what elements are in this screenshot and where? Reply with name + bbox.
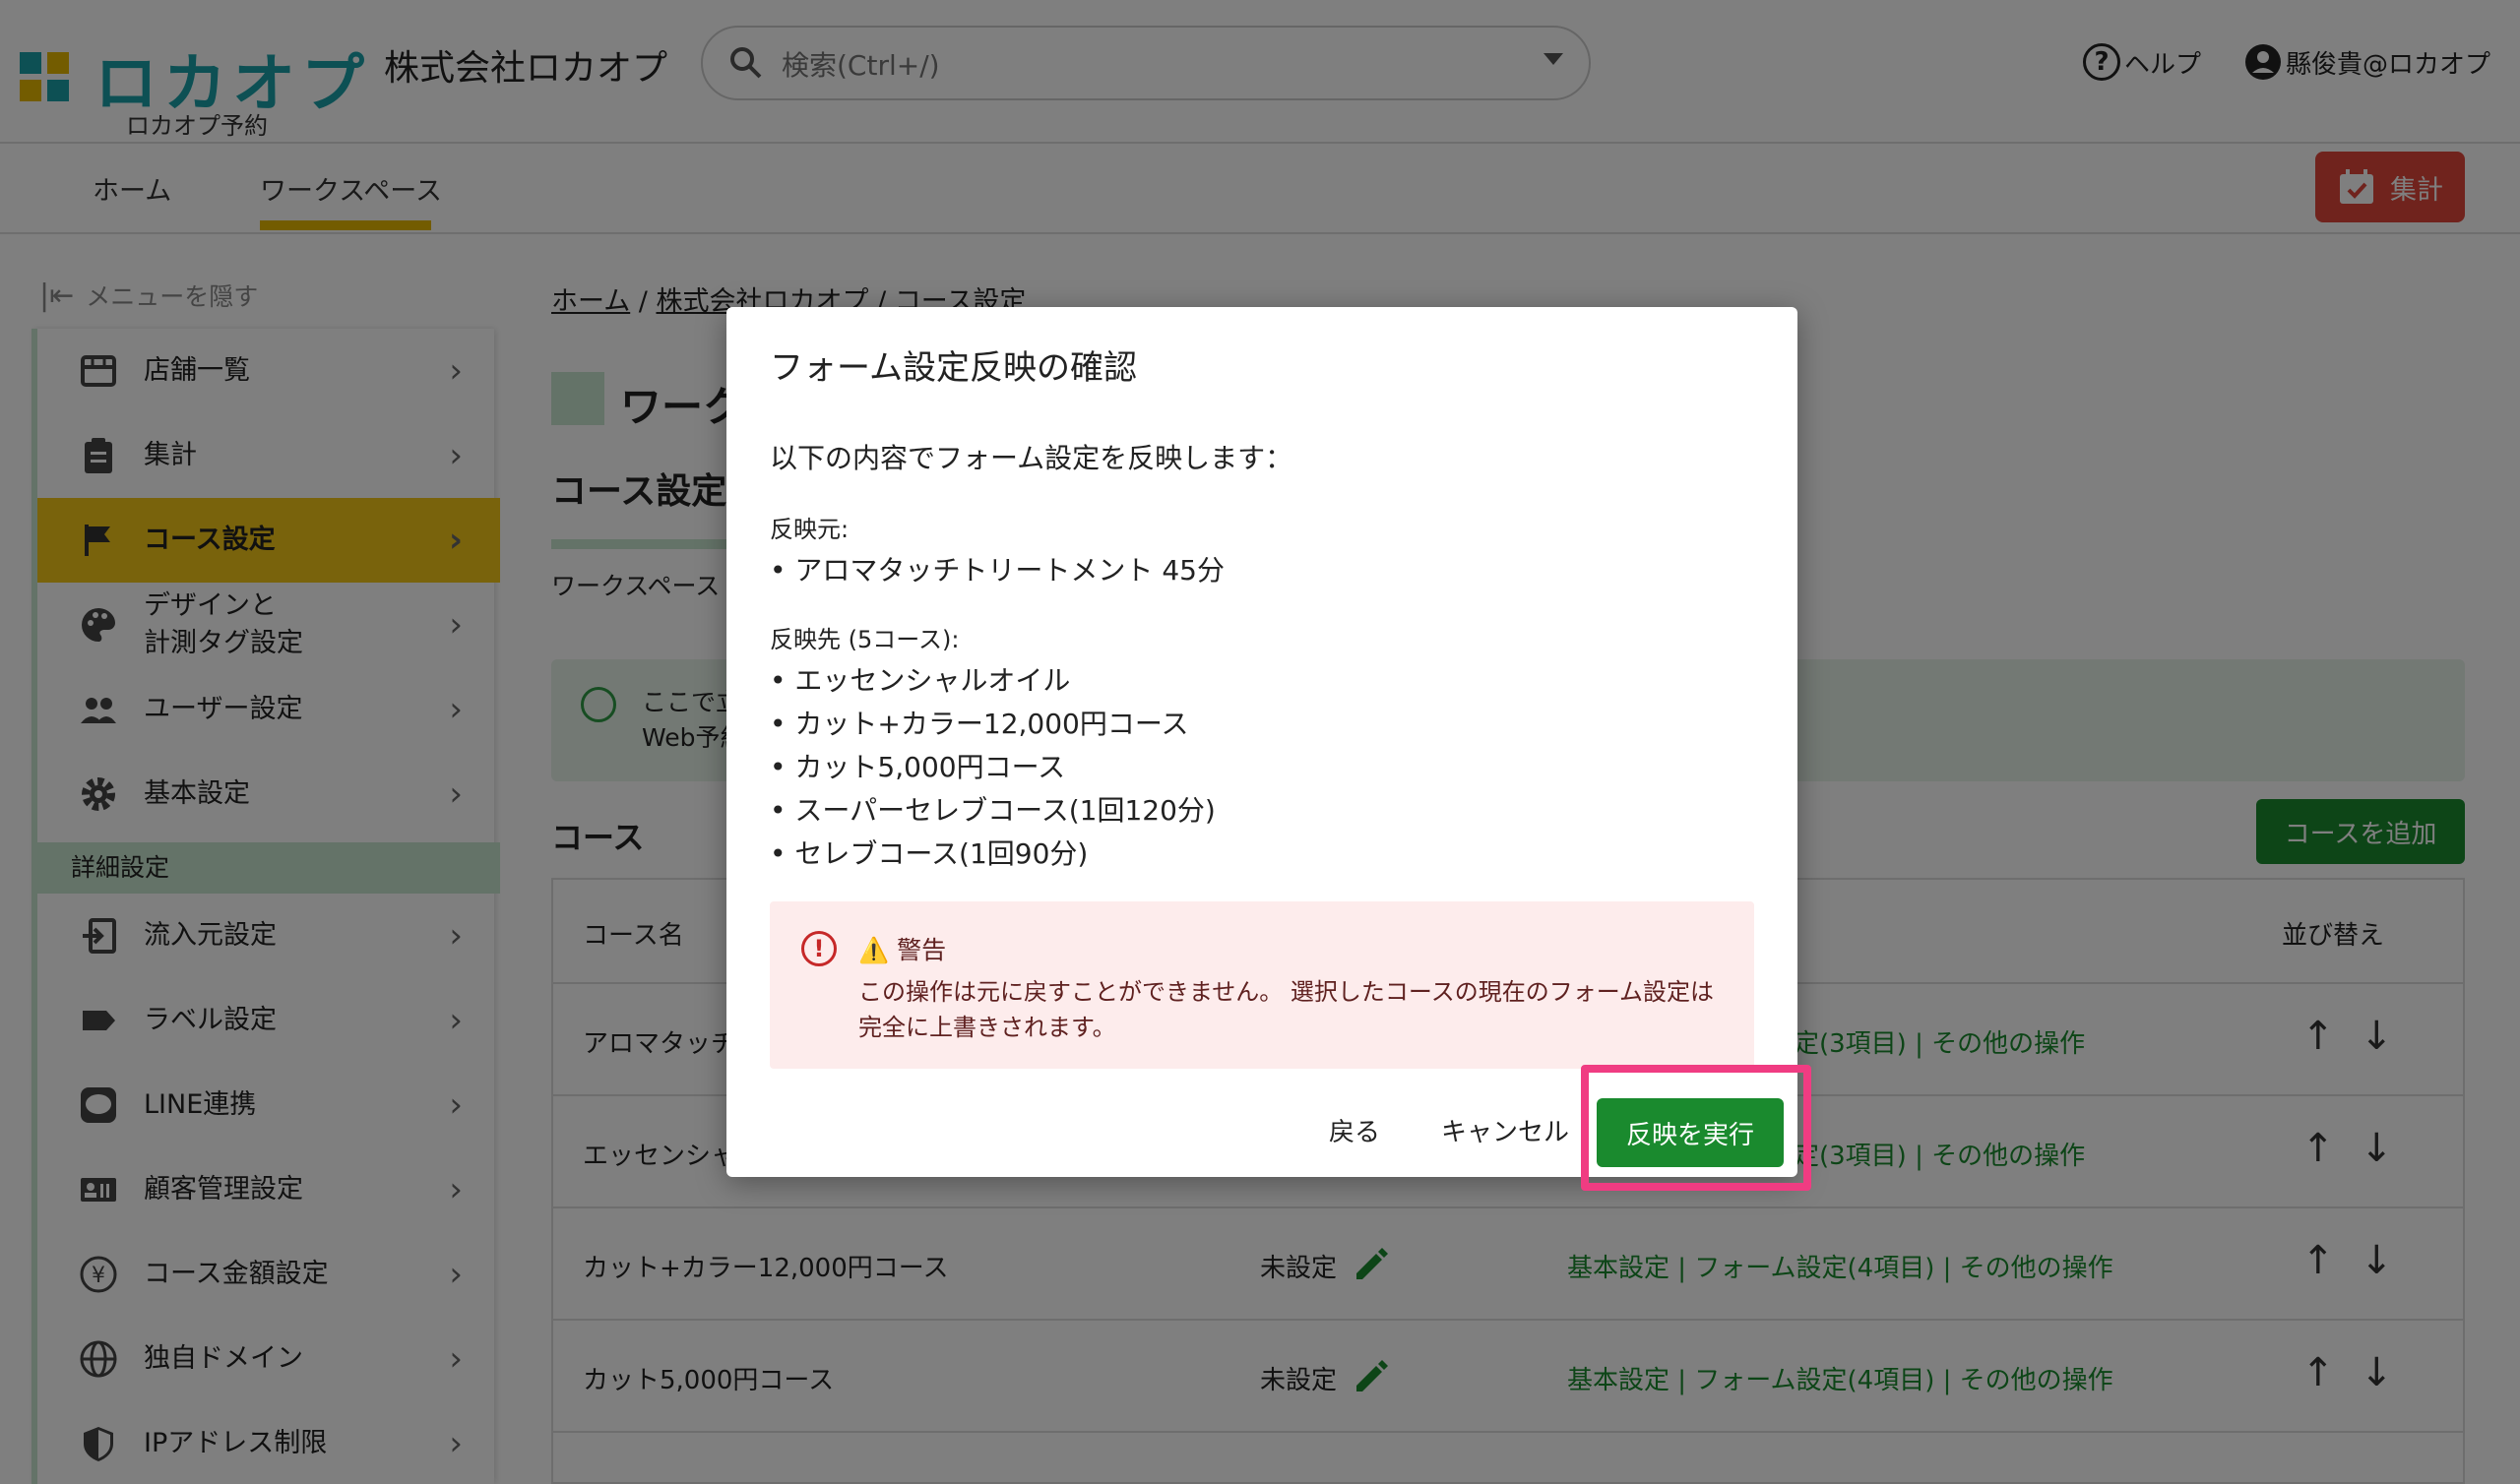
error-outline-icon: ! xyxy=(801,931,837,966)
target-item: • セレブコース(1回90分) xyxy=(770,837,1089,870)
warning-title: ⚠️ 警告 xyxy=(858,936,947,964)
target-item: • エッセンシャルオイル xyxy=(770,664,1071,697)
source-label: 反映元: xyxy=(770,516,850,543)
confirm-dialog: フォーム設定反映の確認 以下の内容でフォーム設定を反映します： 反映元: • ア… xyxy=(726,307,1797,1177)
warning-alert: ! ⚠️ 警告 この操作は元に戻すことができません。 選択したコースの現在のフォ… xyxy=(770,901,1754,1069)
target-label: 反映先 (5コース): xyxy=(770,626,960,653)
target-item: • カット+カラー12,000円コース xyxy=(770,708,1189,740)
cancel-button[interactable]: キャンセル xyxy=(1441,1112,1569,1148)
back-button[interactable]: 戻る xyxy=(1329,1112,1380,1148)
dialog-intro: 以下の内容でフォーム設定を反映します： xyxy=(770,442,1293,474)
target-item: • カット5,000円コース xyxy=(770,751,1066,783)
highlight-box xyxy=(1581,1065,1811,1191)
warning-text: この操作は元に戻すことができません。 選択したコースの現在のフォーム設定は完全に… xyxy=(858,978,1714,1041)
source-item: • アロマタッチトリートメント 45分 xyxy=(770,554,1225,587)
target-item: • スーパーセレブコース(1回120分) xyxy=(770,794,1216,827)
dialog-title: フォーム設定反映の確認 xyxy=(770,348,1137,388)
